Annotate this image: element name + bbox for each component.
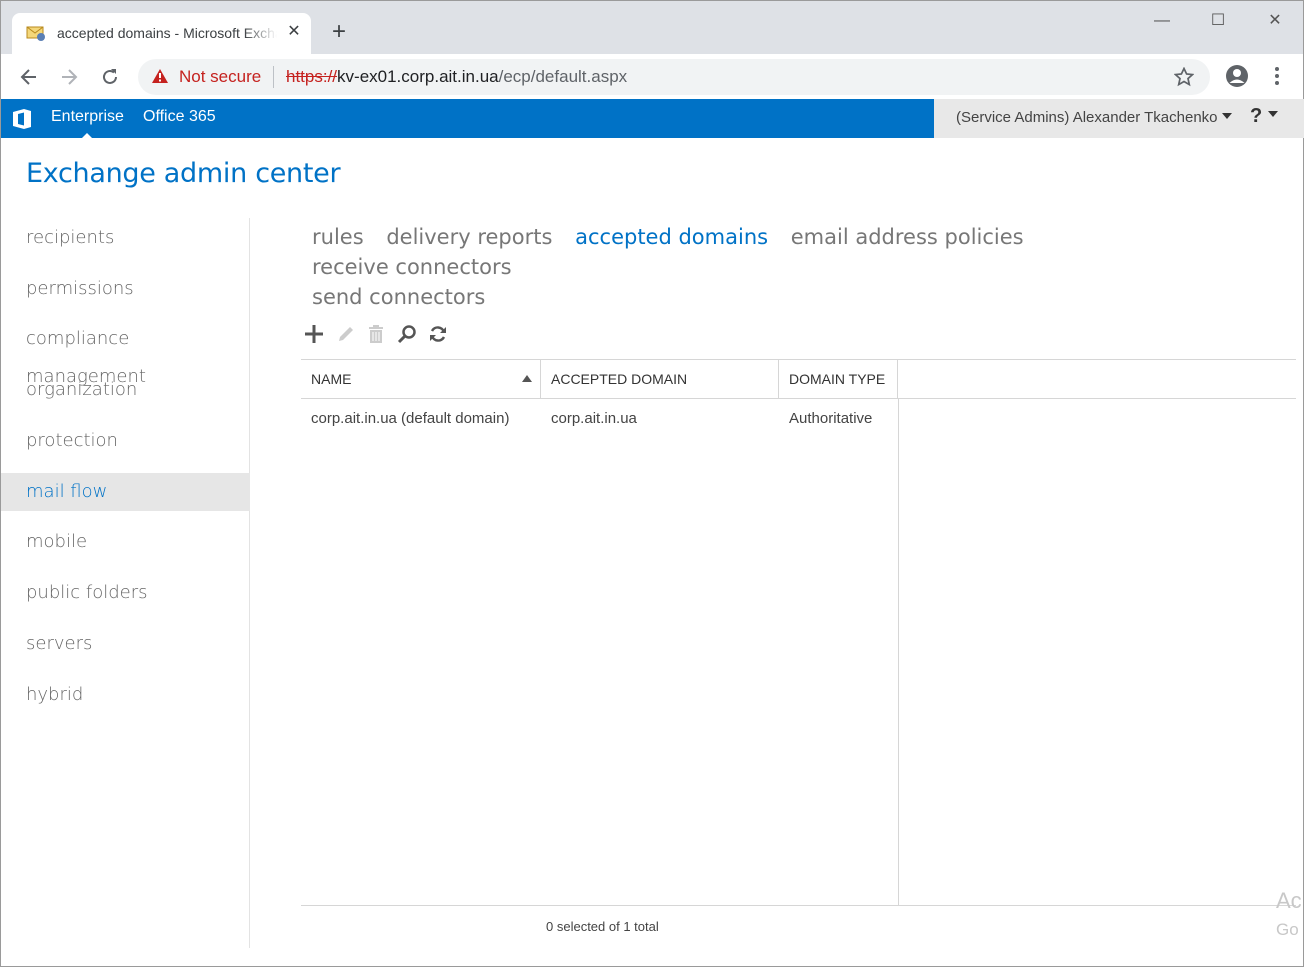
refresh-icon	[430, 326, 446, 342]
office-logo-icon[interactable]	[11, 108, 33, 130]
reload-icon	[103, 69, 117, 84]
tab-accepted-domains[interactable]: accepted domains	[575, 225, 768, 249]
back-button[interactable]	[16, 64, 42, 90]
cell-name: corp.ait.in.ua (default domain)	[311, 410, 510, 427]
user-name[interactable]: (Service Admins) Alexander Tkachenko	[956, 109, 1232, 126]
browser-tab-strip: accepted domains - Microsoft Exchange ✕ …	[0, 0, 1304, 55]
tab-receive-connectors[interactable]: receive connectors	[312, 255, 512, 279]
browser-menu-icon[interactable]	[1267, 64, 1287, 88]
page-title: Exchange admin center	[26, 158, 341, 189]
user-dropdown-icon	[1221, 112, 1232, 124]
grid-header-filler	[898, 360, 1296, 399]
address-divider	[273, 66, 274, 88]
nav-item-compliance-management[interactable]: compliance management	[1, 320, 250, 387]
help-icon: ?	[1250, 105, 1263, 127]
nav-item-mail-flow[interactable]: mail flow	[1, 473, 250, 511]
nav-item-protection[interactable]: protection	[1, 422, 250, 460]
forward-button[interactable]	[56, 64, 82, 90]
activation-watermark-line2: Go	[1276, 920, 1299, 939]
nav-item-servers[interactable]: servers	[1, 625, 250, 663]
browser-tab[interactable]: accepted domains - Microsoft Exchange ✕	[12, 13, 311, 55]
url-text[interactable]: https://kv-ex01.corp.ait.in.ua/ecp/defau…	[286, 67, 627, 87]
search-icon	[397, 325, 416, 344]
search-button[interactable]	[395, 322, 419, 346]
column-header-domain-type[interactable]: DOMAIN TYPE	[779, 360, 898, 399]
sort-ascending-icon	[522, 375, 532, 382]
security-status[interactable]: Not secure	[179, 67, 261, 87]
refresh-button[interactable]	[426, 322, 450, 346]
tab-send-connectors[interactable]: send connectors	[312, 285, 485, 309]
activation-watermark-line1: Ac	[1276, 888, 1302, 913]
user-menu[interactable]: (Service Admins) Alexander Tkachenko ?	[934, 99, 1304, 138]
add-icon	[305, 325, 323, 343]
tab-delivery-reports[interactable]: delivery reports	[386, 225, 552, 249]
minimize-button[interactable]: —	[1147, 9, 1177, 33]
nav-item-mobile[interactable]: mobile	[1, 523, 250, 561]
tab-rules[interactable]: rules	[312, 225, 364, 249]
details-pane-divider	[898, 399, 899, 906]
tab-title: accepted domains - Microsoft Exchange	[57, 25, 277, 41]
cell-accepted-domain: corp.ait.in.ua	[551, 410, 637, 427]
selection-status: 0 selected of 1 total	[546, 919, 659, 934]
accepted-domains-grid: NAME ACCEPTED DOMAIN DOMAIN TYPE corp.ai…	[301, 359, 1296, 906]
address-bar[interactable]: Not secure https://kv-ex01.corp.ait.in.u…	[138, 59, 1210, 95]
nav-item-public-folders[interactable]: public folders	[1, 574, 250, 612]
back-arrow-icon	[20, 69, 36, 85]
user-name-text: (Service Admins) Alexander Tkachenko	[956, 109, 1218, 126]
new-tab-button[interactable]: +	[327, 20, 351, 45]
browser-toolbar: Not secure https://kv-ex01.corp.ait.in.u…	[0, 54, 1304, 99]
url-host: kv-ex01.corp.ait.in.ua	[337, 67, 499, 86]
delete-icon	[369, 325, 383, 343]
delete-button[interactable]	[364, 322, 388, 346]
help-dropdown-icon	[1267, 111, 1278, 122]
bookmark-star-icon[interactable]	[1174, 67, 1194, 87]
nav-item-hybrid[interactable]: hybrid	[1, 676, 250, 714]
edit-icon	[339, 327, 353, 341]
column-header-name[interactable]: NAME	[301, 360, 541, 399]
edit-button[interactable]	[334, 322, 358, 346]
nav-item-organization[interactable]: organization	[1, 371, 250, 409]
profile-avatar-icon[interactable]	[1225, 64, 1249, 88]
forward-arrow-icon	[62, 69, 78, 85]
column-header-name-label: NAME	[311, 371, 352, 387]
office365-navbar: Enterprise Office 365 (Service Admins) A…	[0, 99, 1304, 138]
left-navigation: recipients permissions compliance manage…	[1, 218, 250, 948]
reload-button[interactable]	[97, 64, 123, 90]
url-path: /ecp/default.aspx	[498, 67, 628, 86]
nav-link-enterprise[interactable]: Enterprise	[51, 108, 124, 138]
nav-item-permissions[interactable]: permissions	[1, 270, 250, 308]
url-scheme: https://	[286, 67, 338, 86]
tab-email-address-policies[interactable]: email address policies	[791, 225, 1024, 249]
nav-item-recipients[interactable]: recipients	[1, 219, 250, 257]
tab-close-icon[interactable]: ✕	[284, 22, 304, 42]
maximize-button[interactable]: ☐	[1203, 9, 1233, 33]
mail-flow-tabs: rules delivery reports accepted domains …	[312, 222, 1212, 312]
help-menu-button[interactable]: ?	[1250, 105, 1278, 128]
cell-domain-type: Authoritative	[789, 410, 873, 427]
column-header-accepted-domain[interactable]: ACCEPTED DOMAIN	[541, 360, 779, 399]
add-button[interactable]	[302, 322, 326, 346]
nav-link-office365[interactable]: Office 365	[143, 108, 216, 126]
warning-icon	[152, 69, 168, 83]
exchange-favicon-icon	[26, 26, 45, 41]
close-window-button[interactable]: ✕	[1260, 9, 1290, 33]
